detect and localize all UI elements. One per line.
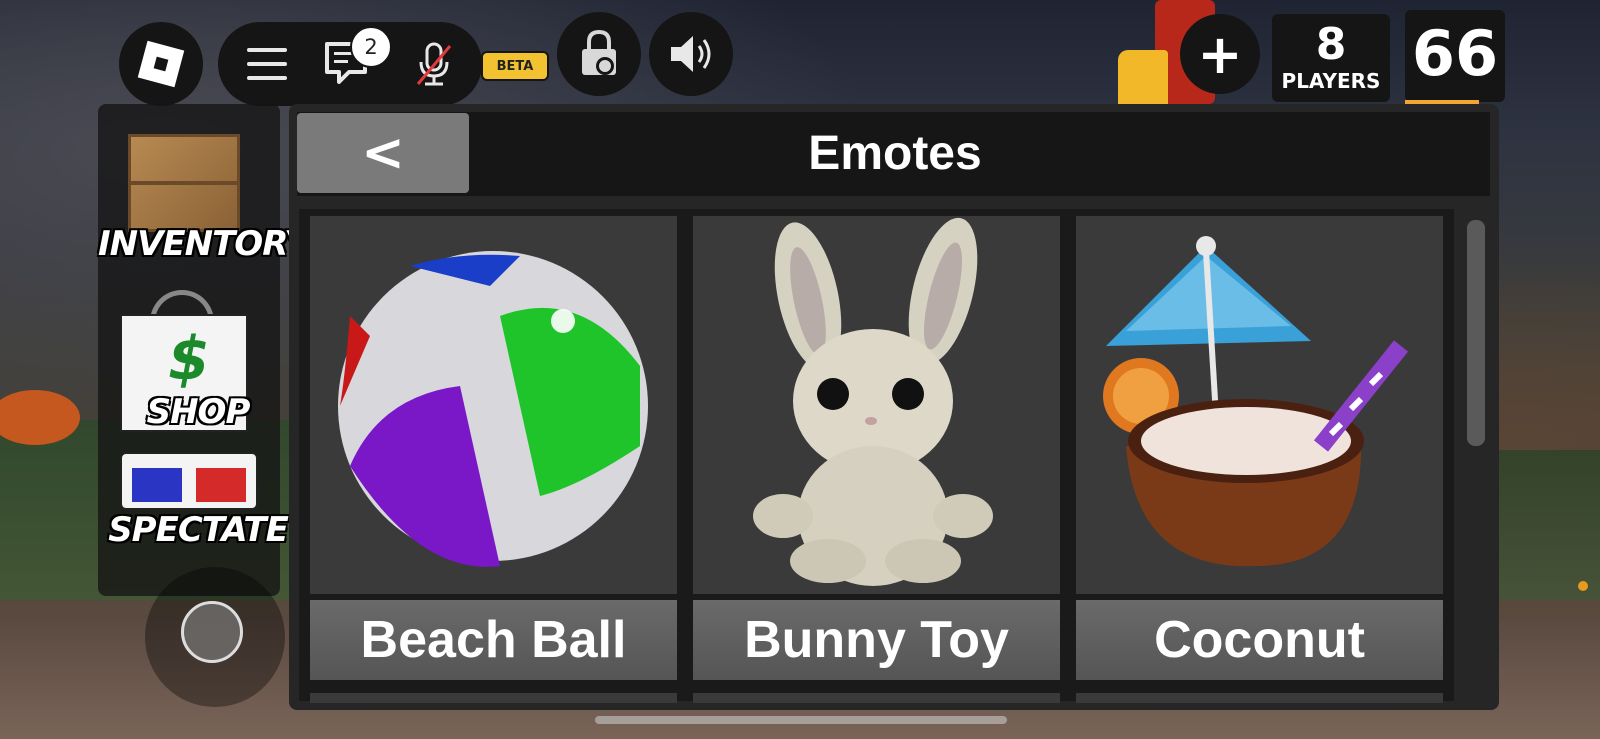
left-side-menu: INVENTORY $ SHOP SPECTATE [98,104,309,596]
indicator-dot [1578,581,1588,591]
players-count: 8 [1315,19,1347,70]
shop-button[interactable]: $ SHOP [98,274,280,444]
emote-card-coconut[interactable]: Coconut [1072,212,1447,684]
shop-label: SHOP [146,392,251,432]
emote-card-bunny-toy[interactable]: Bunny Toy [689,212,1064,684]
panel-title: Emotes [808,126,982,180]
round-counter: 66 [1405,10,1505,102]
hamburger-menu-icon[interactable] [247,48,287,80]
players-counter: 8 PLAYERS [1272,14,1390,102]
volume-button[interactable] [649,12,733,96]
shift-lock-button[interactable] [557,12,641,96]
coconut-icon [1076,216,1443,594]
beach-ball-icon [310,216,677,594]
emote-label: Bunny Toy [693,600,1060,680]
roblox-logo-icon [137,40,185,88]
spectate-label: SPECTATE [108,510,289,550]
speaker-icon [671,36,711,72]
emote-label: Beach Ball [310,600,677,680]
emote-label: Coconut [1076,600,1443,680]
thumbstick-knob[interactable] [181,601,243,663]
add-button[interactable]: + [1180,14,1260,94]
player-character-accessory [1118,50,1168,106]
home-indicator[interactable] [595,716,1007,724]
players-label: PLAYERS [1281,69,1381,93]
lock-icon [582,29,616,75]
chat-unread-badge: 2 [350,26,392,68]
crate-icon [128,134,240,232]
inventory-button[interactable]: INVENTORY [98,104,309,274]
beta-badge: BETA [481,51,549,81]
back-button[interactable]: < [297,113,469,193]
scrollbar-thumb[interactable] [1467,220,1485,446]
3d-glasses-icon [120,452,258,510]
roblox-menu-button[interactable] [119,22,203,106]
muted-microphone-icon[interactable] [410,40,458,88]
next-row-card [693,693,1060,703]
emote-card-beach-ball[interactable]: Beach Ball [306,212,681,684]
bunny-toy-icon [693,216,1060,594]
next-row-card [310,693,677,703]
next-row-card [1076,693,1443,703]
inventory-label: INVENTORY [98,224,309,264]
